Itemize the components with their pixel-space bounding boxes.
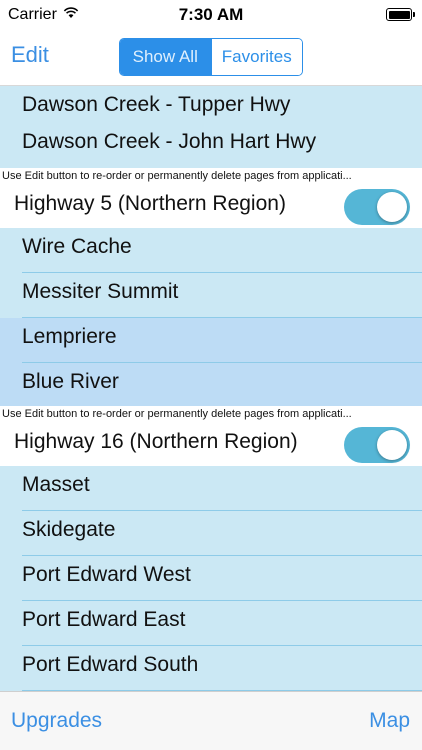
list-item-label: Masset (22, 473, 90, 496)
battery-icon (386, 8, 415, 21)
bottom-toolbar: Upgrades Map (0, 691, 422, 750)
segment-favorites[interactable]: Favorites (210, 39, 302, 75)
navigation-bar: Edit Show All Favorites (0, 30, 422, 86)
segment-show-all[interactable]: Show All (120, 39, 211, 75)
section-header-highway-5: Highway 5 (Northern Region) (0, 184, 422, 228)
list-item[interactable]: Port Edward West (0, 556, 422, 601)
list-item[interactable]: Wire Cache (0, 228, 422, 273)
status-time: 7:30 AM (178, 5, 244, 24)
list-item-label: Lempriere (22, 325, 117, 348)
list-item-label: Dawson Creek - Tupper Hwy (22, 93, 291, 116)
list-item-label: Messiter Summit (22, 280, 179, 303)
list-item-label: Skidegate (22, 518, 116, 541)
upgrades-button[interactable]: Upgrades (11, 709, 102, 733)
list-item[interactable]: Blue River (0, 363, 422, 408)
map-button[interactable]: Map (369, 709, 410, 733)
list-item-label: Port Edward East (22, 608, 186, 631)
list-item[interactable]: Skidegate (0, 511, 422, 556)
favorite-toggle[interactable] (344, 189, 410, 225)
favorite-toggle[interactable] (344, 427, 410, 463)
list-item-label: Port Edward West (22, 563, 191, 586)
section-title: Highway 5 (Northern Region) (14, 192, 286, 215)
edit-hint-text: Use Edit button to re-order or permanent… (0, 168, 422, 184)
list-item[interactable]: Lempriere (0, 318, 422, 363)
status-bar: Carrier 7:30 AM (0, 0, 422, 30)
list-item[interactable]: Port Edward East (0, 601, 422, 646)
toggle-knob (377, 192, 407, 222)
list-item-label: Dawson Creek - John Hart Hwy (22, 130, 317, 153)
list-item[interactable]: Masset (0, 466, 422, 511)
camera-list[interactable]: Dawson Creek - Tupper Hwy Dawson Creek -… (0, 86, 422, 691)
list-item-label: Blue River (22, 370, 119, 393)
edit-button[interactable]: Edit (11, 42, 49, 68)
section-header-highway-16: Highway 16 (Northern Region) (0, 422, 422, 466)
list-item[interactable]: Dawson Creek - John Hart Hwy (0, 123, 422, 168)
list-item[interactable]: Port Edward South (0, 646, 422, 691)
edit-hint-text: Use Edit button to re-order or permanent… (0, 406, 422, 422)
list-item-label: Port Edward South (22, 653, 199, 676)
toggle-knob (377, 430, 407, 460)
list-item[interactable]: Messiter Summit (0, 273, 422, 318)
section-title: Highway 16 (Northern Region) (14, 430, 298, 453)
list-item-label: Wire Cache (22, 235, 132, 258)
filter-segmented-control: Show All Favorites (119, 38, 303, 76)
